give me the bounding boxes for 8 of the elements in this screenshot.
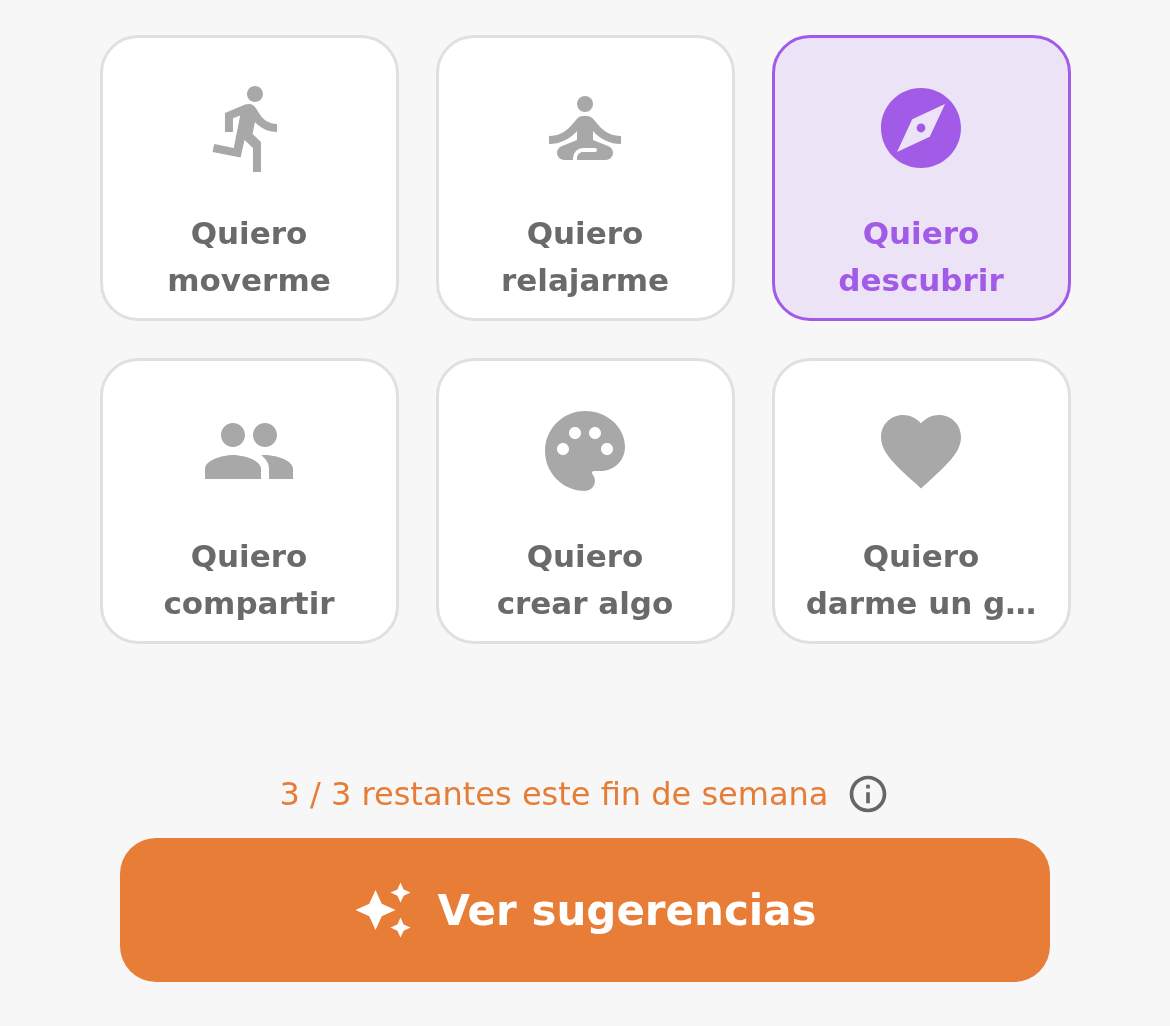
option-card[interactable]: Quiero moverme bbox=[99, 35, 399, 321]
option-card[interactable]: Quiero crear algo bbox=[435, 358, 735, 644]
option-card[interactable]: Quiero compartir bbox=[99, 358, 399, 644]
option-card[interactable]: Quiero darme un g… bbox=[771, 358, 1071, 644]
suggestions-button[interactable]: Ver sugerencias bbox=[120, 838, 1050, 982]
option-card[interactable]: Quiero relajarme bbox=[435, 35, 735, 321]
remaining-text: 3 / 3 restantes este fin de semana bbox=[279, 775, 829, 813]
option-card[interactable]: Quiero descubrir bbox=[771, 35, 1071, 321]
